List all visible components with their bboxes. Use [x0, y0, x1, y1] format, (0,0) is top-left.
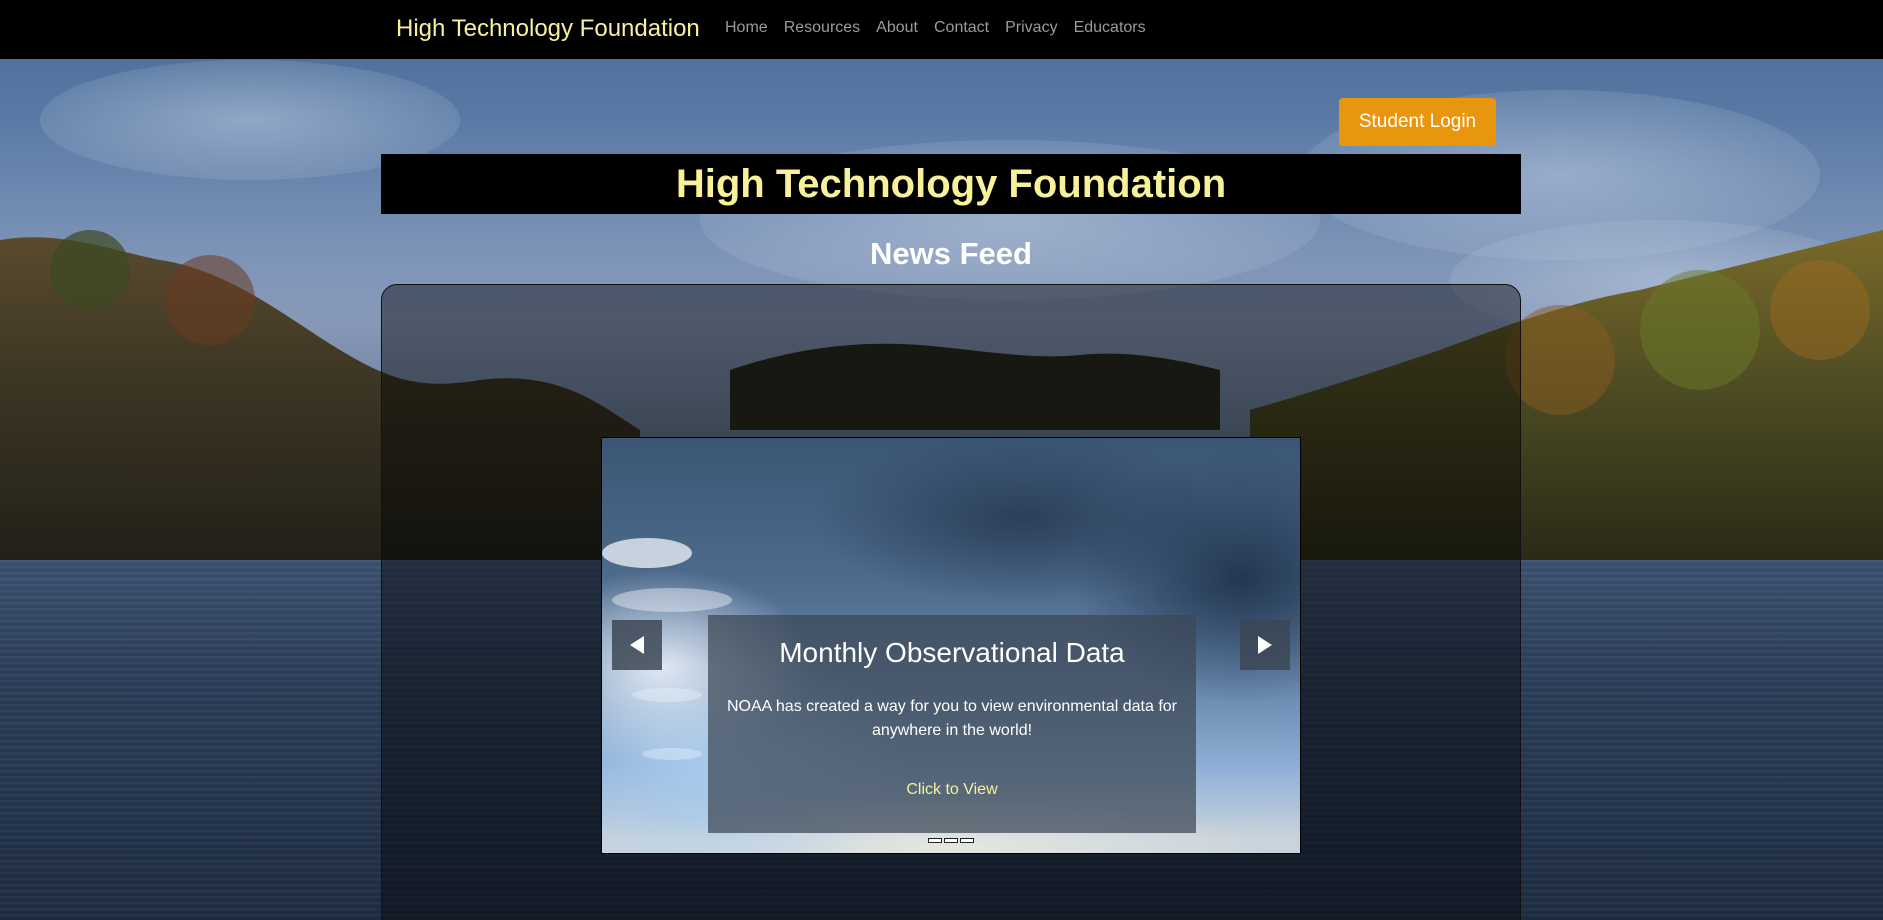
nav-link-resources[interactable]: Resources — [784, 19, 860, 37]
triangle-right-icon — [1258, 636, 1272, 654]
triangle-left-icon — [630, 636, 644, 654]
carousel-prev-button[interactable] — [612, 620, 662, 670]
brand-link[interactable]: High Technology Foundation — [396, 15, 700, 43]
news-feed-heading: News Feed — [870, 236, 1032, 271]
carousel-indicators — [928, 838, 974, 843]
nav-link-about[interactable]: About — [876, 19, 918, 37]
nav-link-educators[interactable]: Educators — [1074, 19, 1146, 37]
carousel-indicator[interactable] — [960, 838, 974, 843]
title-banner: High Technology Foundation — [381, 154, 1521, 214]
slide-link[interactable]: Click to View — [906, 781, 997, 799]
nav-link-privacy[interactable]: Privacy — [1005, 19, 1057, 37]
carousel-indicator[interactable] — [944, 838, 958, 843]
slide-caption: Monthly Observational Data NOAA has crea… — [708, 615, 1196, 833]
nav-link-contact[interactable]: Contact — [934, 19, 989, 37]
carousel-next-button[interactable] — [1240, 620, 1290, 670]
top-navbar: High Technology Foundation Home Resource… — [0, 0, 1883, 59]
student-login-button[interactable]: Student Login — [1339, 98, 1496, 146]
slide-body: NOAA has created a way for you to view e… — [726, 698, 1177, 739]
page-title: High Technology Foundation — [675, 161, 1227, 206]
news-carousel[interactable]: Monthly Observational Data NOAA has crea… — [601, 437, 1301, 854]
nav-links: Home Resources About Contact Privacy Edu… — [725, 19, 1146, 37]
nav-link-home[interactable]: Home — [725, 19, 768, 37]
slide-title: Monthly Observational Data — [779, 637, 1125, 668]
carousel-indicator[interactable] — [928, 838, 942, 843]
